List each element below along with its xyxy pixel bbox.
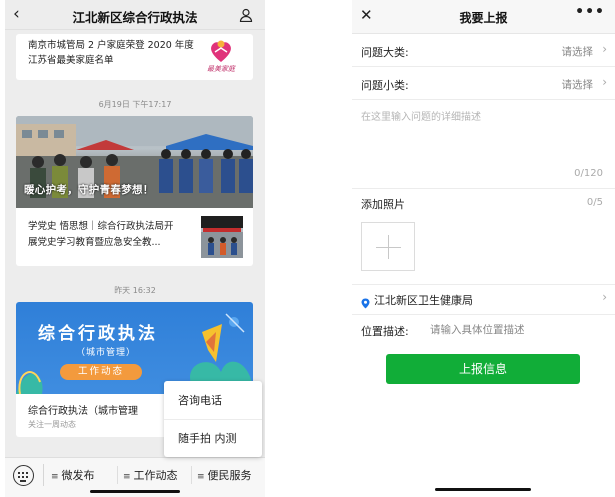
menu-item-snapshot-report[interactable]: 随手拍 内测 — [178, 430, 237, 446]
plus-icon — [376, 247, 401, 248]
home-indicator — [435, 488, 531, 491]
exam-cover-image: 暖心护考，守护青春梦想！ — [16, 116, 253, 208]
article-card-family[interactable]: 南京市城管局 2 户家庭荣登 2020 年度江苏省最美家庭名单 最美家庭 — [16, 34, 253, 80]
message-timestamp: 6月19日 下午17:17 — [98, 100, 172, 109]
article-card-exam[interactable]: 暖心护考，守护青春梦想！ 学党史 悟思想｜综合行政执法局开展党史学习教育暨应急安… — [16, 116, 253, 266]
right-phone-screen: ✕ 我要上报 ••• 问题大类: 请选择 › 问题小类: 请选择 › 在这里输入… — [352, 0, 615, 497]
page-title: 江北新区综合行政执法 — [72, 10, 198, 25]
chevron-right-icon: › — [602, 42, 607, 56]
section-divider — [352, 188, 615, 189]
description-counter: 0/120 — [574, 168, 603, 179]
chevron-right-icon: › — [602, 75, 607, 89]
bottom-menu-item-1[interactable]: ≡ 微发布 — [51, 467, 95, 483]
cover-slogan: 暖心护考，守护青春梦想！ — [24, 184, 154, 196]
article-meta: 关注一周动态 — [28, 420, 76, 429]
bottom-menu-label: 工作动态 — [133, 469, 178, 482]
problem-subcategory-select[interactable]: 问题小类: 请选择 › — [352, 68, 615, 100]
chevron-right-icon: › — [602, 290, 607, 304]
left-phone-screen: ‹ 江北新区综合行政执法 南京市城管局 2 户家庭荣登 2020 年度江苏省最美… — [5, 0, 265, 497]
select-value: 请选择 — [561, 79, 594, 91]
location-pin-icon — [361, 294, 370, 313]
menu-popup: 咨询电话 随手拍 内测 — [164, 381, 262, 457]
submit-report-button[interactable]: 上报信息 — [386, 354, 580, 384]
bottom-divider — [43, 464, 44, 486]
menu-divider — [164, 419, 262, 420]
bottom-menu-item-2[interactable]: ≡ 工作动态 — [123, 467, 178, 483]
bottom-menu-label: 便民服务 — [207, 469, 252, 482]
more-icon[interactable]: ••• — [575, 4, 605, 20]
article-subtitle: 学党史 悟思想｜综合行政执法局开展党史学习教育暨应急安全教... — [28, 221, 174, 248]
problem-category-select[interactable]: 问题大类: 请选择 › — [352, 35, 615, 67]
add-photo-button[interactable] — [361, 222, 415, 271]
person-icon[interactable] — [239, 7, 253, 26]
bottom-menu-item-3[interactable]: ≡ 便民服务 — [197, 467, 252, 483]
field-label: 位置描述: — [361, 325, 409, 338]
field-label: 问题大类: — [361, 46, 409, 59]
position-description-row: 位置描述: — [352, 316, 615, 346]
photo-counter: 0/5 — [586, 197, 603, 208]
bottom-divider — [191, 466, 192, 484]
home-indicator — [90, 490, 180, 493]
position-description-input[interactable] — [430, 320, 600, 340]
message-timestamp: 昨天 16:32 — [114, 286, 156, 295]
banner-chip: 工作动态 — [60, 364, 142, 380]
article-thumbnail — [201, 216, 243, 258]
banner-title: 综合行政执法 — [38, 324, 158, 344]
banner-subtitle: （城市管理） — [76, 348, 137, 358]
menu-list-icon: ≡ — [123, 472, 131, 482]
menu-list-icon: ≡ — [51, 472, 59, 482]
location-select[interactable]: 江北新区卫生健康局 › — [352, 285, 615, 315]
article-title: 综合行政执法（城市管理 — [28, 406, 138, 417]
menu-list-icon: ≡ — [197, 472, 205, 482]
field-label: 问题小类: — [361, 79, 409, 92]
left-nav-bar: ‹ 江北新区综合行政执法 — [5, 0, 265, 30]
family-logo: 最美家庭 — [201, 38, 241, 76]
description-textarea[interactable]: 在这里输入问题的详细描述 — [361, 108, 481, 123]
logo-text: 最美家庭 — [207, 65, 235, 73]
select-value: 请选择 — [561, 46, 594, 58]
add-photo-label: 添加照片 — [361, 198, 405, 211]
keyboard-icon[interactable] — [13, 465, 34, 486]
article-title: 南京市城管局 2 户家庭荣登 2020 年度江苏省最美家庭名单 — [28, 40, 194, 66]
bottom-divider — [117, 466, 118, 484]
bottom-menu-label: 微发布 — [61, 469, 95, 482]
bottom-menu-bar: ≡ 微发布 ≡ 工作动态 ≡ 便民服务 — [5, 457, 265, 497]
right-nav-bar: ✕ 我要上报 ••• — [352, 0, 615, 34]
location-name: 江北新区卫生健康局 — [374, 294, 473, 307]
menu-item-consult-phone[interactable]: 咨询电话 — [178, 392, 222, 408]
